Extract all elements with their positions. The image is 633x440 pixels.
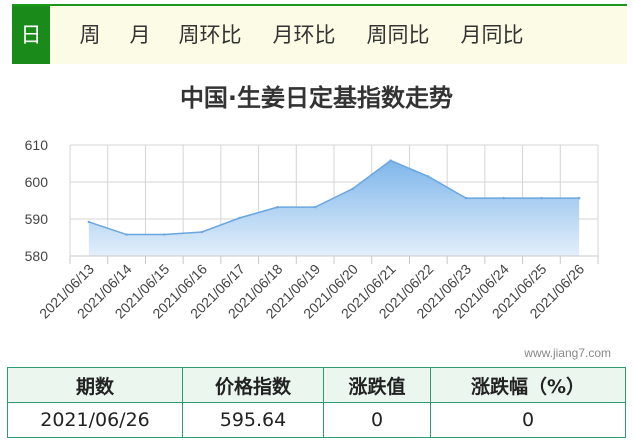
- summary-table: 期数 价格指数 涨跌值 涨跌幅（%） 2021/06/26 595.64 0 0: [7, 367, 626, 438]
- data-point: [238, 216, 241, 220]
- y-tick-label: 590: [25, 211, 49, 227]
- data-point: [427, 175, 430, 178]
- data-point: [540, 196, 543, 200]
- data-point: [163, 233, 166, 236]
- data-point: [502, 196, 505, 200]
- table-row: 2021/06/26 595.64 0 0: [7, 402, 626, 438]
- data-point: [464, 196, 468, 200]
- data-point: [87, 220, 91, 224]
- data-point: [276, 205, 279, 209]
- data-point: [200, 230, 204, 234]
- cell-change-value: 0: [323, 402, 431, 438]
- y-tick-label: 580: [25, 248, 49, 264]
- header-change-value: 涨跌值: [323, 367, 431, 403]
- data-point: [389, 159, 392, 162]
- data-point: [577, 196, 581, 200]
- data-point: [125, 233, 128, 236]
- y-tick-label: 600: [25, 174, 49, 190]
- header-period: 期数: [7, 367, 183, 403]
- cell-period: 2021/06/26: [7, 402, 183, 438]
- site-watermark: www.jiang7.com: [524, 346, 611, 360]
- header-price-index: 价格指数: [182, 367, 324, 403]
- data-point: [313, 205, 317, 209]
- data-point: [351, 187, 355, 190]
- table-header-row: 期数 价格指数 涨跌值 涨跌幅（%）: [7, 367, 626, 403]
- header-change-percent: 涨跌幅（%）: [430, 367, 626, 403]
- cell-change-percent: 0: [430, 402, 626, 438]
- y-tick-label: 610: [25, 137, 49, 153]
- cell-price-index: 595.64: [182, 402, 324, 438]
- price-index-chart: 5805906006102021/06/132021/06/142021/06/…: [25, 137, 599, 322]
